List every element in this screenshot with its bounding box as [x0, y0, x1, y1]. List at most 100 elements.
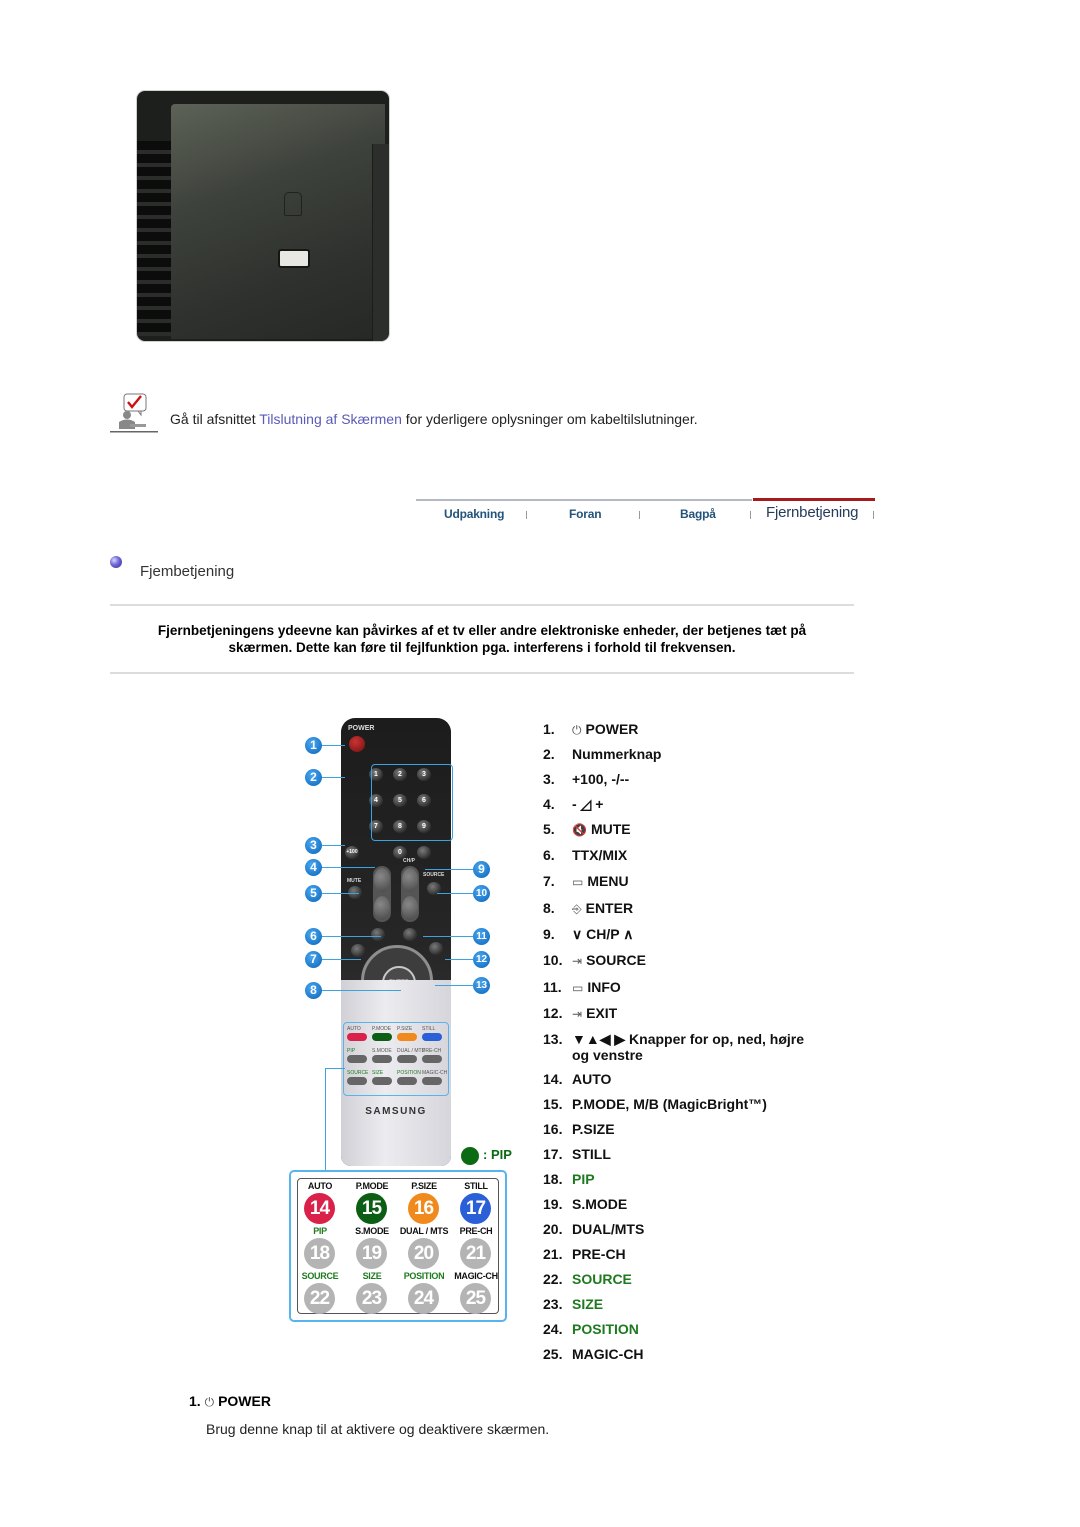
- item-label: MAGIC-CH: [572, 1346, 644, 1362]
- pip-key-number-22: 22: [304, 1283, 335, 1314]
- item-icon: 🔇: [572, 823, 587, 837]
- item-label: PIP: [572, 1171, 595, 1187]
- item-label: ⎆ ENTER: [572, 900, 634, 916]
- warning-line-2: skærmen. Dette kan føre til fejlfunktion…: [228, 640, 736, 655]
- power-button: [349, 736, 365, 752]
- item-number: 21.: [543, 1246, 563, 1262]
- item-icon: ▭: [572, 981, 584, 995]
- mini-button: [422, 1033, 442, 1041]
- tab-separator: [750, 511, 751, 519]
- tab-fjernbetjening[interactable]: Fjernbetjening: [766, 504, 858, 521]
- mini-button: [397, 1033, 417, 1041]
- item-label: ▼▲◀ ▶ Knapper for op, ned, højre og venst…: [572, 1031, 805, 1063]
- volume-rocker: [373, 866, 391, 922]
- item-number: 17.: [543, 1146, 563, 1162]
- item-label: ⏻ POWER: [572, 721, 639, 737]
- tab-bagpa[interactable]: Bagpå: [680, 507, 716, 521]
- item-label: PRE-CH: [572, 1246, 626, 1262]
- pip-key-label: POSITION: [403, 1271, 445, 1281]
- callout-line: [423, 936, 473, 937]
- pip-key-number-14: 14: [304, 1193, 335, 1224]
- pip-key-number-21: 21: [460, 1238, 491, 1269]
- note-prefix: Gå til afsnittet: [170, 411, 260, 427]
- tab-separator: [526, 511, 527, 519]
- pip-key-label: MAGIC-CH: [454, 1271, 498, 1281]
- mini-button: [372, 1033, 392, 1041]
- item-number: 14.: [543, 1071, 563, 1087]
- item-number: 25.: [543, 1346, 563, 1362]
- mini-label: STILL: [422, 1026, 436, 1032]
- mini-label: PIP: [347, 1048, 356, 1054]
- item-label: P.MODE, M/B (MagicBright™): [572, 1096, 767, 1112]
- remote-lower-panel: AUTO P.MODE P.SIZE STILL PIP S.MODE DUAL / MTS…: [341, 980, 451, 1166]
- connection-link[interactable]: Tilslutning af Skærmen: [259, 411, 402, 427]
- item-label: AUTO: [572, 1071, 612, 1087]
- item-label: TTX/MIX: [572, 847, 628, 863]
- pip-key-label: DUAL / MTS: [399, 1226, 449, 1236]
- item-number: 8.: [543, 900, 555, 916]
- warning-line-1: Fjernbetjeningens ydeevne kan påvirkes a…: [157, 623, 807, 638]
- samsung-logo: SAMSUNG: [365, 1106, 427, 1117]
- item-number: 22.: [543, 1271, 563, 1287]
- item-number: 13.: [543, 1031, 563, 1047]
- tab-separator: [639, 511, 640, 519]
- mini-button: [347, 1077, 367, 1085]
- mini-label: AUTO: [347, 1026, 361, 1032]
- item-icon: ⇥: [572, 954, 583, 968]
- item-number: 6.: [543, 847, 555, 863]
- power-label: POWER: [348, 725, 375, 732]
- item-number: 20.: [543, 1221, 563, 1237]
- pip-key-label: P.SIZE: [411, 1181, 437, 1191]
- source-label: SOURCE: [423, 872, 445, 878]
- item-label: Nummerknap: [572, 746, 662, 762]
- mini-label: P.MODE: [372, 1026, 392, 1032]
- callout-8: 8: [305, 982, 322, 999]
- pip-key-label: P.MODE: [355, 1181, 389, 1191]
- monitor-back-photo: [137, 91, 389, 341]
- mini-button: [397, 1077, 417, 1085]
- callout-line: [435, 985, 473, 986]
- tab-udpakning[interactable]: Udpakning: [444, 507, 504, 521]
- pip-buttons-grid: AUTO 14 P.MODE 15 P.SIZE 16 STILL 17 PIP 18 S.MODE…: [297, 1178, 499, 1314]
- mini-label: P.SIZE: [397, 1026, 413, 1032]
- chp-label: CH/P: [403, 858, 415, 864]
- mini-button: [422, 1077, 442, 1085]
- callout-line: [322, 777, 345, 778]
- tab-separator: [873, 511, 874, 519]
- item-number: 4.: [543, 796, 555, 812]
- section-tabs: Udpakning Foran Bagpå Fjernbetjening: [416, 498, 876, 528]
- mini-label: PRE-CH: [422, 1048, 442, 1054]
- mini-button: [347, 1055, 367, 1063]
- mini-label: SIZE: [372, 1070, 384, 1076]
- item-label: S.MODE: [572, 1196, 628, 1212]
- ttx-button: [371, 928, 385, 941]
- callout-9: 9: [473, 861, 490, 878]
- callout-3: 3: [305, 837, 322, 854]
- callout-line: [322, 845, 345, 846]
- item-label: POSITION: [572, 1321, 639, 1337]
- tabs-divider: [416, 499, 752, 501]
- callout-line: [322, 893, 359, 894]
- pip-key-label: PIP: [313, 1226, 327, 1236]
- mini-label: POSITION: [397, 1070, 421, 1076]
- exit-button: [429, 942, 443, 955]
- pip-legend-label: : PIP: [483, 1147, 512, 1162]
- item-label: P.SIZE: [572, 1121, 615, 1137]
- item-label: ⇥ EXIT: [572, 1005, 618, 1021]
- item-label: 🔇 MUTE: [572, 821, 631, 837]
- pip-buttons-enlarged: AUTO 14 P.MODE 15 P.SIZE 16 STILL 17 PIP 18 S.MODE…: [289, 1170, 507, 1322]
- kensington-lock-icon: [284, 192, 302, 216]
- active-tab-indicator: [753, 498, 875, 501]
- callout-2: 2: [305, 769, 322, 786]
- pip-key-number-16: 16: [408, 1193, 439, 1224]
- callout-4: 4: [305, 859, 322, 876]
- tab-foran[interactable]: Foran: [569, 507, 602, 521]
- channel-rocker: [401, 866, 419, 922]
- checkmark-note-icon: [110, 393, 158, 433]
- item-label: SIZE: [572, 1296, 604, 1312]
- note-text: Gå til afsnittet Tilslutning af Skærmen …: [170, 411, 698, 427]
- kensington-slot: [278, 249, 310, 268]
- item-icon: ⏻: [572, 723, 582, 737]
- mini-label: S.MODE: [372, 1048, 392, 1054]
- pip-key-number-25: 25: [460, 1283, 491, 1314]
